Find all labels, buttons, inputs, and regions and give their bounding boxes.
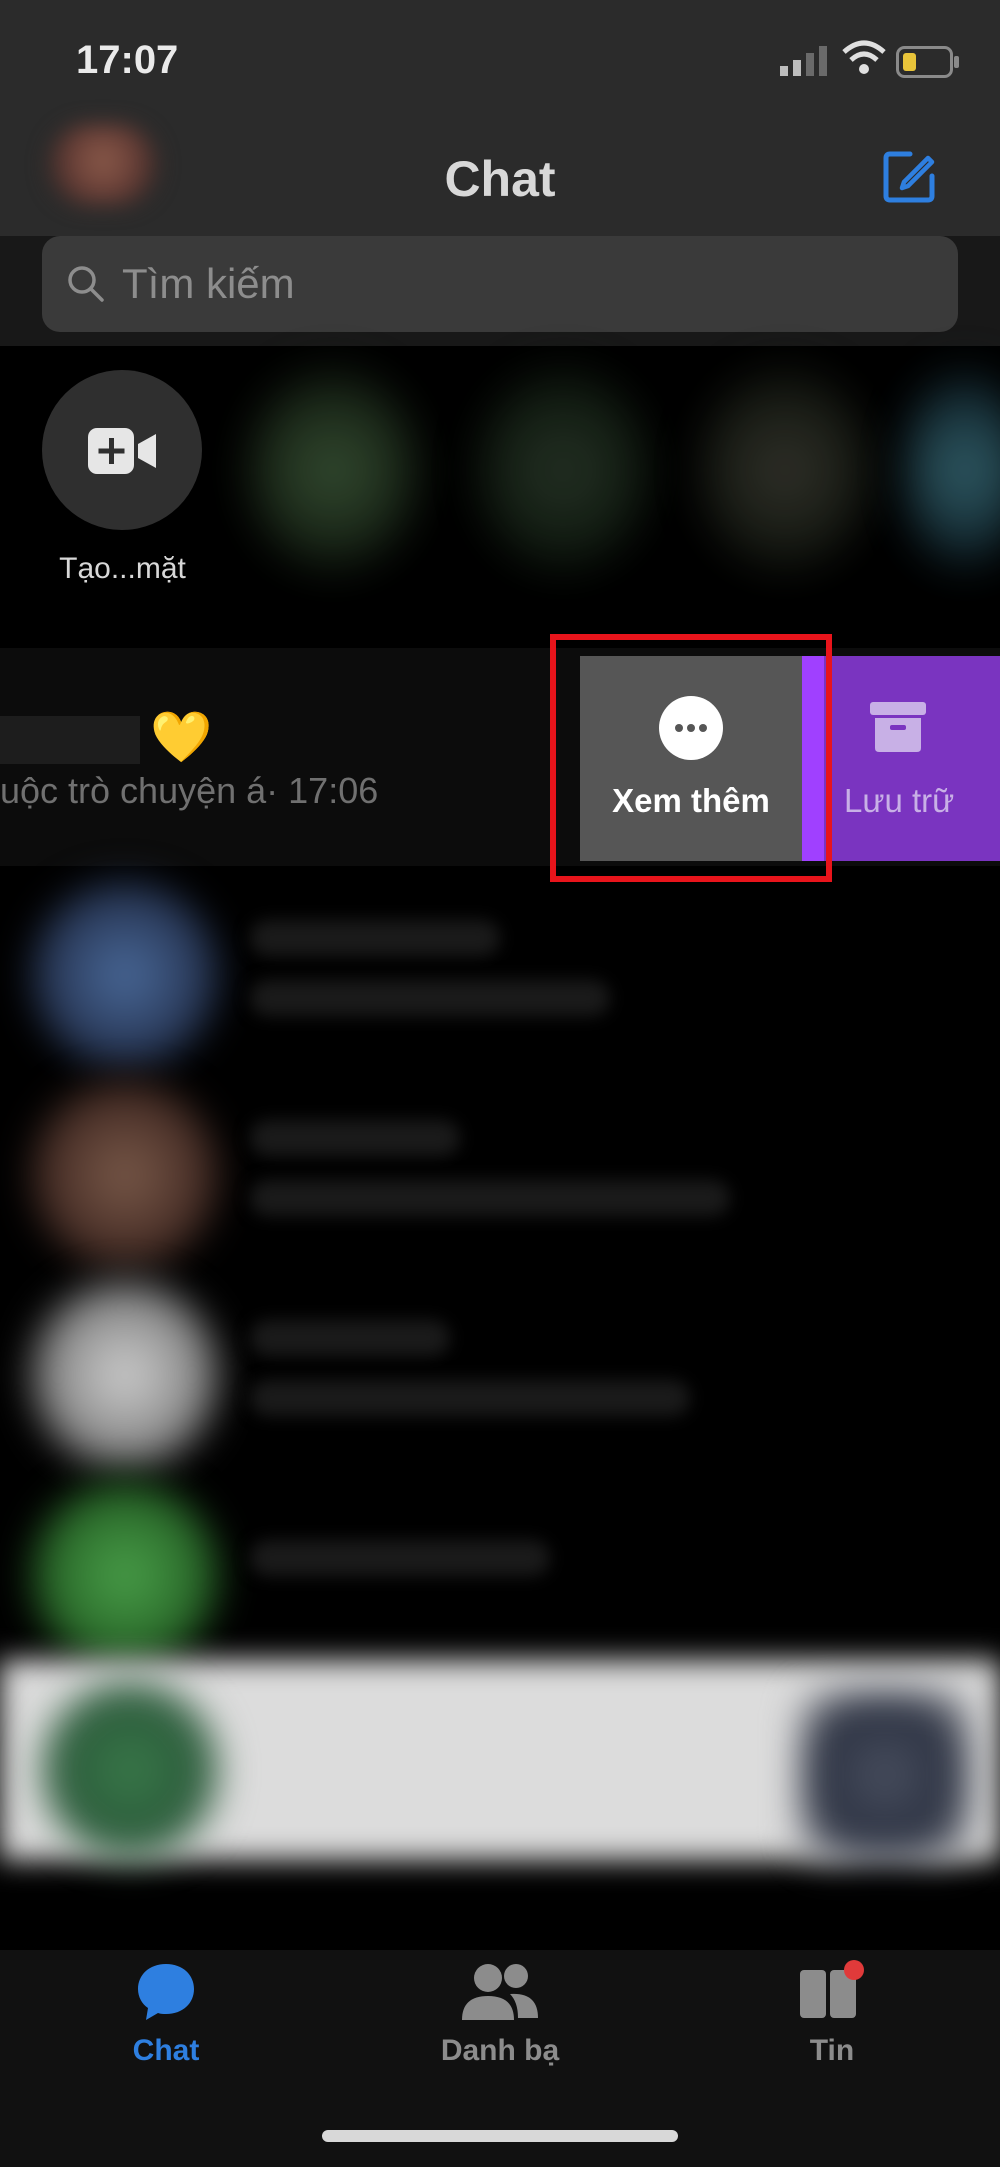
create-room-label: Tạo...mặt — [59, 552, 186, 585]
home-indicator[interactable] — [322, 2130, 678, 2142]
chat-preview-blur — [250, 1180, 730, 1216]
search-icon — [68, 266, 104, 302]
last-message-preview: uộc trò chuyện á· 17:06 — [0, 770, 379, 811]
archive-button[interactable]: Lưu trữ — [824, 656, 1000, 861]
avatar — [30, 1280, 220, 1470]
chat-header: Chat — [0, 120, 1000, 236]
chat-name-blur — [250, 1120, 460, 1156]
story-avatar[interactable] — [905, 370, 1000, 570]
news-icon — [800, 1960, 864, 2018]
status-bar: 17:07 — [0, 0, 1000, 120]
heart-emoji: 💛 — [150, 709, 213, 765]
chat-name-blur — [250, 1540, 550, 1576]
compose-icon[interactable] — [880, 148, 938, 206]
tab-contacts-label: Danh bạ — [440, 2034, 560, 2067]
avatar — [30, 1080, 220, 1270]
page-title: Chat — [444, 151, 556, 207]
active-friends-row: Tạo...mặt — [0, 370, 1000, 632]
create-room-button[interactable] — [42, 370, 202, 530]
highlight-annotation — [550, 634, 832, 882]
tab-chat-label: Chat — [132, 2034, 200, 2067]
tab-news[interactable]: Tin — [732, 1960, 932, 2080]
story-avatar[interactable] — [248, 370, 418, 570]
tab-contacts[interactable]: Danh bạ — [400, 1960, 600, 2080]
chat-preview-blur — [250, 980, 610, 1016]
avatar — [30, 1480, 220, 1670]
search-placeholder: Tìm kiếm — [122, 260, 295, 307]
avatar — [30, 880, 220, 1070]
cellular-signal-icon — [780, 46, 827, 76]
chat-bubble-icon — [138, 1964, 194, 2020]
video-call-icon — [88, 428, 156, 474]
chat-preview-blur — [250, 1380, 690, 1416]
tab-news-label: Tin — [809, 2034, 855, 2067]
contacts-icon — [462, 1964, 538, 2020]
story-avatar[interactable] — [478, 370, 648, 570]
battery-icon — [896, 46, 959, 78]
avatar — [40, 1680, 220, 1860]
search-input[interactable]: Tìm kiếm — [42, 236, 958, 332]
wifi-icon — [842, 40, 886, 74]
chat-name-blur — [250, 920, 500, 956]
archive-label: Lưu trữ — [844, 782, 955, 819]
search-bar-container: Tìm kiếm — [0, 236, 1000, 346]
chat-name-blur — [250, 1320, 450, 1356]
avatar — [800, 1690, 970, 1860]
archive-box-icon — [870, 702, 926, 752]
contact-name-redacted — [0, 716, 140, 764]
status-time: 17:07 — [76, 38, 179, 82]
tab-chat[interactable]: Chat — [66, 1960, 266, 2080]
story-avatar[interactable] — [700, 370, 870, 570]
